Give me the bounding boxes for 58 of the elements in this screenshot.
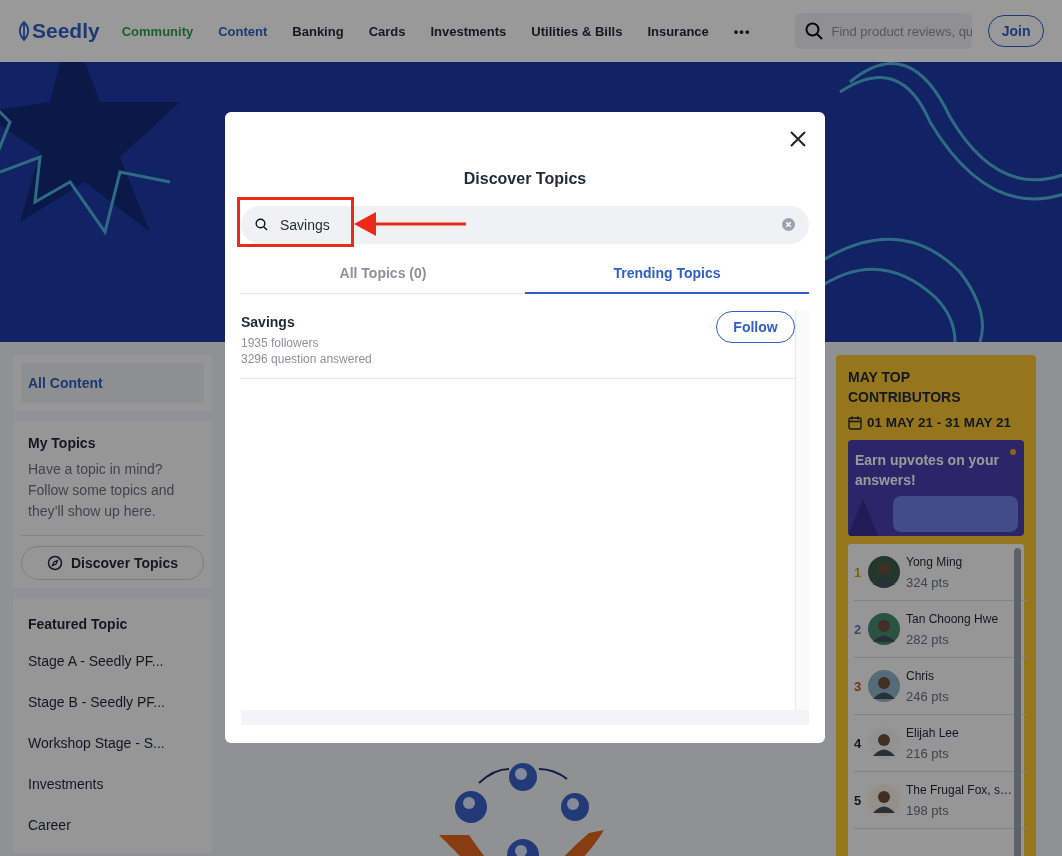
contributor-name[interactable]: The Frugal Fox, s… <box>906 782 1013 797</box>
rank-number: 4 <box>854 735 862 751</box>
points-text: 282 pts <box>906 631 950 647</box>
dialog-title: Discover Topics <box>462 170 588 188</box>
calendar-icon <box>848 415 862 430</box>
avatar-icon <box>868 556 900 588</box>
search-icon <box>805 22 824 40</box>
nav-link[interactable]: Cards <box>368 23 406 39</box>
rank-number: 2 <box>854 621 862 637</box>
search-icon <box>255 218 268 231</box>
date-range: 01 MAY 21 - 31 MAY 21 <box>867 415 1012 430</box>
section-title: Featured Topic <box>28 616 129 632</box>
section-title: MAY TOP CONTRIBUTORS <box>848 368 962 407</box>
points-text: 216 pts <box>906 745 950 761</box>
nav-link[interactable]: Utilities & Bills <box>531 23 623 39</box>
leaf-icon <box>18 21 30 41</box>
discover-topics-button[interactable]: Discover Topics <box>21 546 204 580</box>
avatar-icon <box>868 613 900 645</box>
clear-icon[interactable] <box>782 218 795 231</box>
logo[interactable]: Seedly <box>32 19 100 43</box>
nav-link[interactable]: Banking <box>292 23 344 39</box>
scrollbar[interactable] <box>795 310 809 710</box>
tab[interactable]: Trending Topics <box>525 254 809 294</box>
answered-count: 3296 question answered <box>241 351 372 367</box>
hint-text: Have a topic in mind? Follow some topics and they’ll show up here. <box>28 460 176 521</box>
rank-number: 3 <box>854 678 862 694</box>
contributor-name[interactable]: Chris <box>906 668 949 683</box>
compass-icon <box>46 555 63 571</box>
nav-link[interactable]: Investments <box>430 23 507 39</box>
search-field[interactable]: Savings <box>241 206 809 244</box>
points-text: 198 pts <box>906 802 950 818</box>
points-text: 246 pts <box>906 688 949 704</box>
join-button[interactable]: Join <box>988 15 1044 47</box>
section-title: My Topics <box>28 435 97 451</box>
topic-link[interactable]: Investments <box>28 763 197 804</box>
follow-button[interactable]: Follow <box>716 311 795 343</box>
rank-number: 5 <box>854 792 862 808</box>
more-menu[interactable]: ••• <box>733 23 751 39</box>
contributor-name[interactable]: Tan Choong Hwe <box>906 611 999 626</box>
topic-link[interactable]: Stage B - Seedly PF... <box>28 681 197 722</box>
sidebar-item[interactable]: All Content <box>21 363 204 403</box>
tab[interactable]: All Topics (0) <box>241 254 525 294</box>
topic-name[interactable]: Savings <box>241 314 372 330</box>
close-icon[interactable] <box>789 130 807 148</box>
topic-link[interactable]: Stage A - Seedly PF... <box>28 640 197 681</box>
banner-text: Earn upvotes on your answers! <box>855 451 1000 490</box>
topic-link[interactable]: Workshop Stage - S... <box>28 722 197 763</box>
nav-link[interactable]: Content <box>218 23 268 39</box>
scrollbar[interactable] <box>1014 548 1021 856</box>
avatar-icon <box>868 670 900 702</box>
followers-count: 1935 followers <box>241 335 320 351</box>
rank-number: 1 <box>854 564 862 580</box>
points-text: 324 pts <box>906 574 950 590</box>
contributor-name[interactable]: Elijah Lee <box>906 725 959 740</box>
contributor-name[interactable]: Yong Ming <box>906 554 963 569</box>
nav-link[interactable]: Insurance <box>647 23 709 39</box>
topic-link[interactable]: Career <box>28 804 197 845</box>
avatar-icon <box>868 784 900 816</box>
